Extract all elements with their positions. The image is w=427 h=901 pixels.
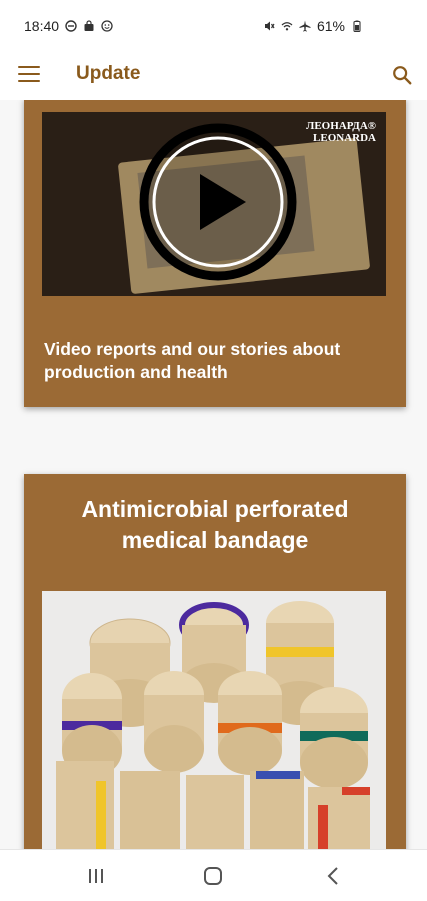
video-report-card[interactable]: ЛЕОНАРДА® LEONARDA Video reports and our… [24, 100, 406, 407]
page-title: Update [76, 63, 141, 84]
battery-icon [353, 20, 361, 32]
brand-logo: ЛЕОНАРДА® LEONARDA [306, 120, 376, 144]
video-card-caption: Video reports and our stories about prod… [44, 339, 341, 382]
face-app-icon [101, 20, 113, 32]
bandage-photo [42, 591, 386, 849]
home-icon[interactable] [201, 864, 225, 888]
play-icon[interactable] [138, 122, 298, 282]
hamburger-menu-icon[interactable] [18, 66, 40, 84]
back-icon[interactable] [322, 864, 346, 888]
search-icon[interactable] [391, 64, 413, 86]
wifi-icon [281, 22, 293, 31]
bandage-rolls-image [42, 591, 386, 849]
airplane-icon [299, 20, 311, 32]
recents-icon[interactable] [84, 864, 108, 888]
content-feed[interactable]: ЛЕОНАРДА® LEONARDA Video reports and our… [0, 100, 427, 849]
app-bar: Update [0, 52, 427, 100]
do-not-disturb-icon [65, 20, 77, 32]
system-navigation-bar [0, 849, 427, 901]
status-time: 18:40 [24, 18, 60, 34]
battery-percent: 61% [316, 18, 345, 34]
product-card[interactable]: Antimicrobial perforated medical bandage [24, 474, 406, 849]
video-thumbnail[interactable]: ЛЕОНАРДА® LEONARDA [42, 112, 386, 296]
mute-icon [264, 21, 275, 31]
product-title: Antimicrobial perforated medical bandage [81, 496, 349, 553]
shopping-bag-icon [84, 20, 94, 31]
status-bar: 18:40 61% [0, 0, 427, 52]
